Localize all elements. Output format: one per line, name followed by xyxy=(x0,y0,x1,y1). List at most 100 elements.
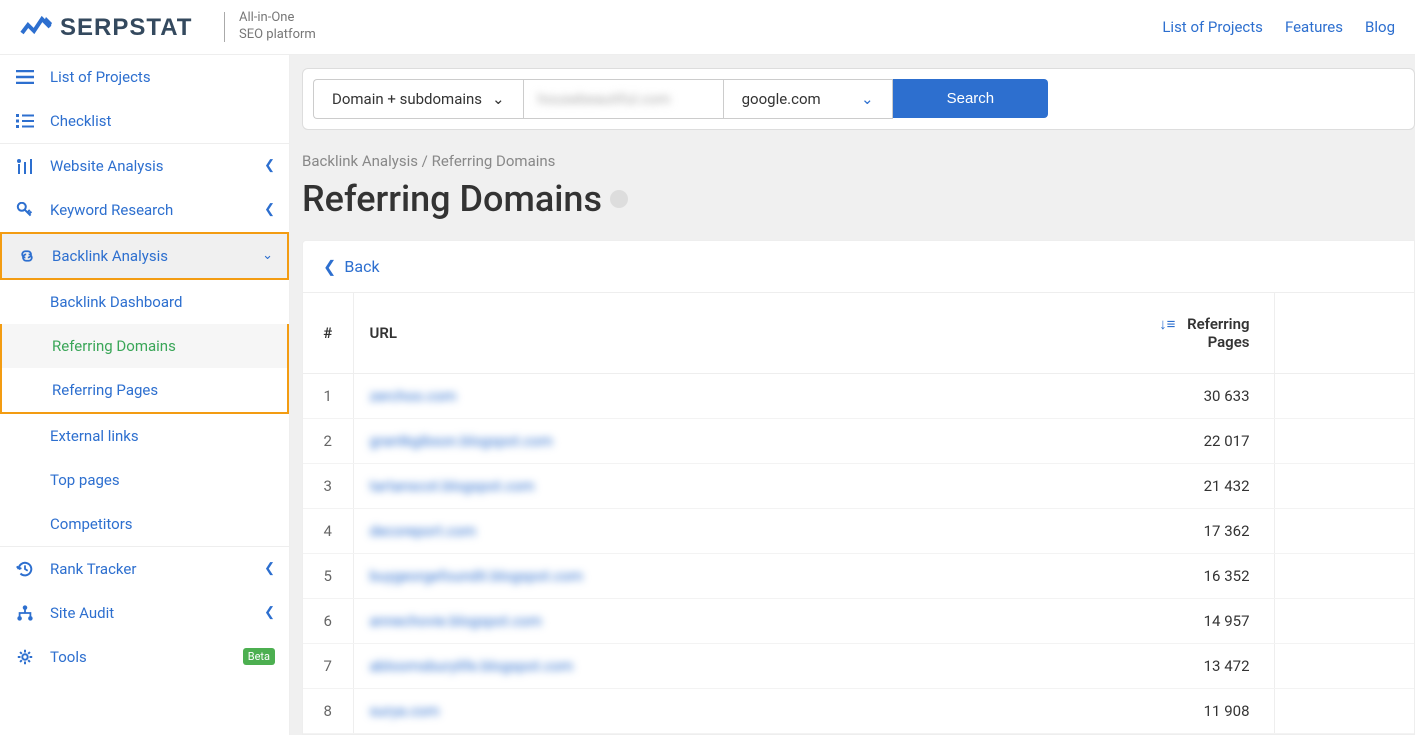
table-row[interactable]: 4 decoreport.com 17 362 xyxy=(303,508,1414,553)
cell-num: 3 xyxy=(303,463,353,508)
cell-num: 7 xyxy=(303,643,353,688)
content-card: ❮ Back # URL ↓≡ Referring Pages 1 xyxy=(302,240,1415,735)
sidebar-sub-top-pages[interactable]: Top pages xyxy=(0,458,289,502)
cell-num: 2 xyxy=(303,418,353,463)
cell-url[interactable]: decoreport.com xyxy=(353,508,1114,553)
cell-url[interactable]: zerchoo.com xyxy=(353,373,1114,418)
sidebar-label: Keyword Research xyxy=(50,201,173,219)
cell-pages: 30 633 xyxy=(1114,373,1274,418)
table-row[interactable]: 1 zerchoo.com 30 633 xyxy=(303,373,1414,418)
scope-select[interactable]: Domain + subdomains ⌄ xyxy=(313,79,523,119)
sidebar-label: List of Projects xyxy=(50,68,151,86)
domains-table: # URL ↓≡ Referring Pages 1 zerchoo.com 3… xyxy=(303,292,1414,734)
checklist-icon xyxy=(14,114,36,128)
cell-url[interactable]: abloomsburylife.blogspot.com xyxy=(353,643,1114,688)
cell-extra xyxy=(1274,553,1414,598)
sidebar-group: Website Analysis ❮ Keyword Research ❮ Ba… xyxy=(0,143,289,546)
back-label: Back xyxy=(344,257,379,276)
chevron-down-icon: ⌄ xyxy=(262,248,273,263)
back-button[interactable]: ❮ Back xyxy=(303,241,1414,292)
chevron-left-icon: ❮ xyxy=(264,158,275,173)
main-container: List of Projects Checklist Website Analy… xyxy=(0,55,1415,735)
chevron-left-icon: ❮ xyxy=(264,202,275,217)
cell-url[interactable]: annechovie.blogspot.com xyxy=(353,598,1114,643)
cell-extra xyxy=(1274,598,1414,643)
sidebar-sub-backlink-dashboard[interactable]: Backlink Dashboard xyxy=(0,280,289,324)
svg-text:SERPSTAT: SERPSTAT xyxy=(60,14,192,41)
sidebar-label: Site Audit xyxy=(50,604,114,622)
cell-extra xyxy=(1274,373,1414,418)
sidebar-item-backlink-analysis[interactable]: Backlink Analysis ⌄ xyxy=(2,234,287,278)
sidebar-item-list-of-projects[interactable]: List of Projects xyxy=(0,55,289,99)
th-pages[interactable]: ↓≡ Referring Pages xyxy=(1114,292,1274,373)
cell-pages: 11 908 xyxy=(1114,688,1274,733)
table-row[interactable]: 8 surya.com 11 908 xyxy=(303,688,1414,733)
cell-num: 4 xyxy=(303,508,353,553)
sidebar-label: Backlink Analysis xyxy=(52,247,168,265)
cell-url[interactable]: grantkgibson.blogspot.com xyxy=(353,418,1114,463)
th-url[interactable]: URL xyxy=(353,292,1114,373)
serpstat-logo-icon: SERPSTAT xyxy=(20,11,210,43)
sidebar-label: Checklist xyxy=(50,112,111,130)
tagline: All-in-One SEO platform xyxy=(239,10,316,44)
th-num: # xyxy=(303,292,353,373)
sidebar-item-website-analysis[interactable]: Website Analysis ❮ xyxy=(0,144,289,188)
main-content: Domain + subdomains ⌄ housebeautiful.com… xyxy=(290,55,1415,735)
beta-badge: Beta xyxy=(243,648,275,665)
cell-extra xyxy=(1274,688,1414,733)
cell-pages: 13 472 xyxy=(1114,643,1274,688)
engine-select[interactable]: google.com ⌄ xyxy=(723,79,893,119)
info-icon[interactable] xyxy=(610,190,628,208)
cell-url[interactable]: tartanscot.blogspot.com xyxy=(353,463,1114,508)
domain-input[interactable]: housebeautiful.com xyxy=(523,79,723,119)
sidebar-item-keyword-research[interactable]: Keyword Research ❮ xyxy=(0,188,289,232)
table-row[interactable]: 7 abloomsburylife.blogspot.com 13 472 xyxy=(303,643,1414,688)
table-row[interactable]: 5 buygeorgefoundit.blogspot.com 16 352 xyxy=(303,553,1414,598)
breadcrumb: Backlink Analysis / Referring Domains xyxy=(290,152,1415,178)
sidebar-sub-referring-domains[interactable]: Referring Domains xyxy=(2,324,287,368)
gear-icon xyxy=(14,648,36,666)
table-row[interactable]: 3 tartanscot.blogspot.com 21 432 xyxy=(303,463,1414,508)
nav-list-of-projects[interactable]: List of Projects xyxy=(1162,18,1263,36)
nav-blog[interactable]: Blog xyxy=(1365,18,1395,36)
sidebar-item-tools[interactable]: Tools Beta xyxy=(0,635,289,679)
sidebar-item-site-audit[interactable]: Site Audit ❮ xyxy=(0,591,289,635)
table-row[interactable]: 6 annechovie.blogspot.com 14 957 xyxy=(303,598,1414,643)
search-button[interactable]: Search xyxy=(893,79,1049,118)
sidebar-item-rank-tracker[interactable]: Rank Tracker ❮ xyxy=(0,547,289,591)
analytics-icon xyxy=(14,158,36,174)
cell-num: 5 xyxy=(303,553,353,598)
th-pages-label: Referring Pages xyxy=(1187,315,1249,351)
sidebar-sub-competitors[interactable]: Competitors xyxy=(0,502,289,546)
sidebar-label: Rank Tracker xyxy=(50,560,136,578)
sidebar-sub-external-links[interactable]: External links xyxy=(0,414,289,458)
sidebar-label: Website Analysis xyxy=(50,157,164,175)
cell-url[interactable]: surya.com xyxy=(353,688,1114,733)
scope-label: Domain + subdomains xyxy=(332,90,482,108)
chevron-left-icon: ❮ xyxy=(323,257,336,276)
header-divider xyxy=(224,12,225,42)
cell-num: 1 xyxy=(303,373,353,418)
cell-extra xyxy=(1274,418,1414,463)
link-icon xyxy=(16,248,38,264)
sidebar-label: Tools xyxy=(50,648,87,666)
domain-value: housebeautiful.com xyxy=(538,90,671,108)
chevron-left-icon: ❮ xyxy=(264,605,275,620)
cell-num: 8 xyxy=(303,688,353,733)
nav-features[interactable]: Features xyxy=(1285,18,1343,36)
sidebar-item-checklist[interactable]: Checklist xyxy=(0,99,289,143)
history-icon xyxy=(14,560,36,578)
tagline-line-1: All-in-One xyxy=(239,10,316,27)
sidebar-sub-referring-pages[interactable]: Referring Pages xyxy=(2,368,287,412)
sidebar-group-2: Rank Tracker ❮ Site Audit ❮ Tools Beta xyxy=(0,546,289,679)
key-icon xyxy=(14,202,36,218)
logo[interactable]: SERPSTAT xyxy=(20,11,210,43)
page-title-text: Referring Domains xyxy=(302,178,602,220)
search-bar: Domain + subdomains ⌄ housebeautiful.com… xyxy=(302,68,1415,130)
table-row[interactable]: 2 grantkgibson.blogspot.com 22 017 xyxy=(303,418,1414,463)
cell-pages: 17 362 xyxy=(1114,508,1274,553)
app-header: SERPSTAT All-in-One SEO platform List of… xyxy=(0,0,1415,55)
cell-extra xyxy=(1274,463,1414,508)
highlight-backlink: Backlink Analysis ⌄ xyxy=(0,232,289,280)
cell-url[interactable]: buygeorgefoundit.blogspot.com xyxy=(353,553,1114,598)
